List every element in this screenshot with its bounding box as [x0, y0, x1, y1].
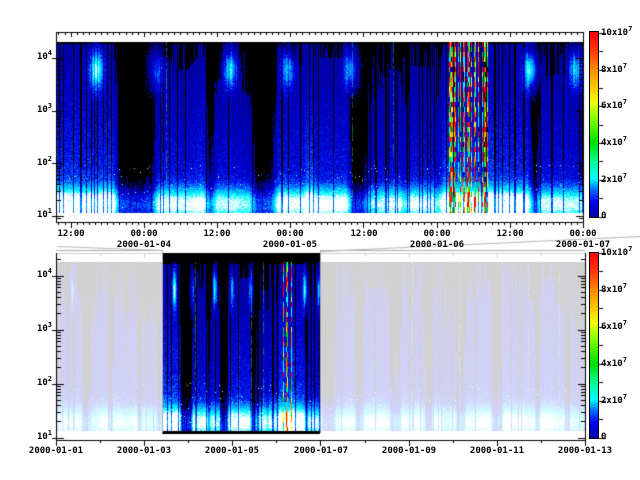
colorbar-tick-label: 8x107: [601, 285, 627, 295]
bottom-panel-plot[interactable]: [56, 253, 586, 441]
top-x-tick-label: 00:002000-01-05: [263, 229, 317, 251]
colorbar-top: [589, 31, 599, 218]
top-x-tick-label: 12:00: [496, 229, 523, 240]
colorbar-tick-label: 6x107: [601, 101, 627, 111]
top-x-tick-label: 00:002000-01-06: [410, 229, 464, 251]
colorbar-tick-label: 0: [601, 432, 606, 442]
bottom-y-tick-label: 104: [18, 270, 52, 281]
colorbar-tick-label: 4x107: [601, 359, 627, 369]
colorbar-bottom: [589, 252, 599, 439]
selection-region[interactable]: [162, 250, 321, 434]
colorbar-tick-label: 8x107: [601, 65, 627, 75]
top-y-tick-label: 104: [18, 52, 52, 63]
top-panel-plot[interactable]: [56, 32, 584, 223]
top-x-tick-label: 12:00: [203, 229, 230, 240]
colorbar-tick-label: 6x107: [601, 322, 627, 332]
top-y-tick-label: 102: [18, 158, 52, 169]
top-y-tick-label: 103: [18, 105, 52, 116]
bottom-x-tick-label: 2000-01-13: [558, 446, 612, 457]
figure: 104 103 102 101 104 103 102 101 12:00 00…: [0, 0, 640, 480]
colorbar-tick-label: 10x107: [601, 28, 632, 38]
bottom-x-tick-label: 2000-01-05: [205, 446, 259, 457]
bottom-y-tick-label: 101: [18, 432, 52, 443]
colorbar-tick-label: 0: [601, 211, 606, 221]
top-x-tick-label: 00:002000-01-04: [117, 229, 171, 251]
colorbar-tick-label: 10x107: [601, 248, 632, 258]
bottom-x-tick-label: 2000-01-01: [29, 446, 83, 457]
bottom-x-tick-label: 2000-01-03: [117, 446, 171, 457]
bottom-y-tick-label: 103: [18, 324, 52, 335]
colorbar-tick-label: 2x107: [601, 396, 627, 406]
bottom-x-tick-label: 2000-01-11: [470, 446, 524, 457]
colorbar-tick-label: 2x107: [601, 175, 627, 185]
bottom-x-tick-label: 2000-01-09: [382, 446, 436, 457]
top-x-tick-label: 12:00: [350, 229, 377, 240]
colorbar-tick-label: 4x107: [601, 138, 627, 148]
bottom-y-tick-label: 102: [18, 378, 52, 389]
top-x-tick-label: 12:00: [57, 229, 84, 240]
bottom-x-tick-label: 2000-01-07: [294, 446, 348, 457]
top-y-tick-label: 101: [18, 210, 52, 221]
